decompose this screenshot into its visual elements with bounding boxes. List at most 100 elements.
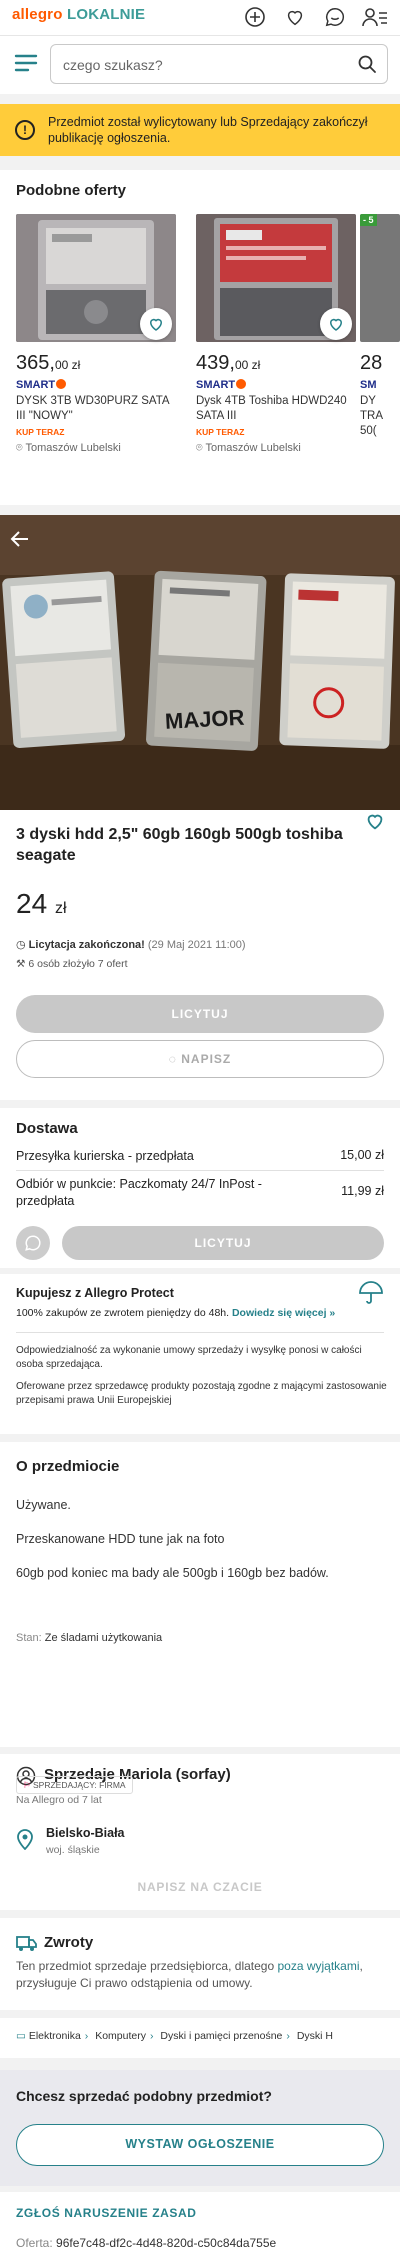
offer-price: 439,00 zł: [196, 352, 261, 374]
chat-seller-button[interactable]: NAPISZ NA CZACIE: [0, 1880, 400, 1894]
hamburger-menu-icon[interactable]: [14, 53, 40, 77]
offer-price: 28: [360, 352, 383, 374]
divider: [16, 1170, 384, 1171]
umbrella-icon: [358, 1280, 384, 1311]
similar-offer-card[interactable]: 365,00 zł SMART DYSK 3TB WD30PURZ SATA I…: [16, 214, 176, 499]
photo-gallery[interactable]: MAJOR: [0, 515, 400, 810]
offer-id: Oferta: 96fe7c48-df2c-4d48-820d-c50c84da…: [16, 2236, 277, 2250]
breadcrumb-item[interactable]: Dyski H: [297, 2030, 333, 2042]
plus-circle-icon[interactable]: [242, 4, 268, 30]
delivery-option-price: 11,99 zł: [341, 1184, 384, 1198]
seller-since: Na Allegro od 7 lat: [16, 1794, 102, 1806]
offer-title: DY TRA 50(: [360, 395, 383, 437]
auction-status: ◷ Licytacja zakończona! (29 Maj 2021 11:…: [16, 939, 246, 951]
search-row: [0, 36, 400, 94]
delivery-option-label: Odbiór w punkcie: Paczkomaty 24/7 InPost…: [16, 1177, 262, 1208]
chat-circle-button[interactable]: [16, 1226, 50, 1260]
description-paragraph: Przeskanowane HDD tune jak na foto: [16, 1532, 225, 1546]
clock-icon: ◷: [16, 939, 26, 951]
heart-icon[interactable]: [282, 4, 308, 30]
seller-region: woj. śląskie: [46, 1844, 100, 1856]
chat-icon[interactable]: [322, 4, 348, 30]
chat-icon: ◌: [168, 1052, 177, 1066]
description-paragraph: Używane.: [16, 1498, 71, 1512]
location-pin-icon: ⌾: [16, 442, 23, 454]
seller-type-badge: ⚐ SPRZEDAJĄCY: FIRMA: [16, 1776, 133, 1794]
top-icons: [242, 4, 388, 30]
listing-price: 24 zł: [16, 888, 67, 919]
delivery-option-price: 15,00 zł: [340, 1148, 384, 1162]
back-arrow-icon[interactable]: [8, 527, 32, 556]
gavel-icon: ⚒: [16, 958, 26, 970]
listing-photo: MAJOR: [0, 515, 400, 810]
seller-city: Bielsko-Biała: [46, 1826, 125, 1840]
returns-section: Zwroty Ten przedmiot sprzedaje przedsięb…: [0, 1918, 400, 2010]
section-title: Zwroty: [44, 1934, 94, 1951]
smart-badge: SMART: [16, 379, 67, 391]
offer-location: ⌾ Tomaszów Lubelski: [196, 442, 301, 454]
message-seller-button[interactable]: ◌ NAPISZ: [16, 1040, 384, 1078]
similar-offer-card[interactable]: 439,00 zł SMART Dysk 4TB Toshiba HDWD240…: [196, 214, 356, 499]
divider: [16, 1332, 384, 1333]
favorite-heart-icon[interactable]: [140, 308, 172, 340]
laptop-icon: ▭: [16, 2030, 26, 2042]
offer-price: 365,00 zł: [16, 352, 81, 374]
post-listing-button[interactable]: WYSTAW OGŁOSZENIE: [16, 2124, 384, 2166]
sell-similar-section: Chcesz sprzedać podobny przedmiot? WYSTA…: [0, 2070, 400, 2186]
delivery-option-label: Przesyłka kurierska - przedpłata: [16, 1149, 194, 1163]
alert-text: Przedmiot został wylicytowany lub Sprzed…: [48, 115, 368, 145]
smart-dot-icon: [236, 379, 247, 389]
smart-dot-icon: [56, 379, 67, 389]
section-title: Dostawa: [16, 1120, 78, 1137]
drive-handwritten-label: MAJOR: [164, 705, 245, 734]
listing-title: 3 dyski hdd 2,5" 60gb 160gb 500gb toshib…: [16, 826, 343, 864]
seller-responsibility-text: Odpowiedzialność za wykonanie umowy sprz…: [16, 1345, 362, 1370]
exceptions-link[interactable]: poza wyjątkami: [277, 1959, 359, 1973]
search-input[interactable]: [63, 55, 333, 75]
report-section: ZGŁOŚ NARUSZENIE ZASAD Oferta: 96fe7c48-…: [0, 2192, 400, 2265]
smart-badge: SMART: [196, 379, 247, 391]
warning-icon: !: [15, 120, 35, 140]
location-pin-icon: [16, 1828, 34, 1855]
buy-now-label: KUP TERAZ: [196, 427, 245, 437]
breadcrumb-item[interactable]: Komputery: [95, 2030, 146, 2042]
similar-offers-section: Podobne oferty 365,00 zł SMART DYSK 3TB …: [0, 170, 400, 505]
offer-location: ⌾ Tomaszów Lubelski: [16, 442, 121, 454]
listing-main-info: 3 dyski hdd 2,5" 60gb 160gb 500gb toshib…: [0, 810, 400, 1100]
sell-question: Chcesz sprzedać podobny przedmiot?: [16, 2088, 272, 2104]
eu-compliance-text: Oferowane przez sprzedawcę produkty pozo…: [16, 1381, 387, 1406]
truck-icon: [16, 1934, 38, 1957]
user-menu-icon[interactable]: [362, 4, 388, 30]
section-title: Podobne oferty: [16, 182, 127, 199]
favorite-heart-icon[interactable]: [320, 308, 352, 340]
protect-text: 100% zakupów ze zwrotem pieniędzy do 48h…: [16, 1307, 336, 1319]
offer-title: Dysk 4TB Toshiba HDWD240 SATA III: [196, 395, 347, 422]
bid-button-sticky[interactable]: LICYTUJ: [62, 1226, 384, 1260]
allegro-protect-section: Kupujesz z Allegro Protect 100% zakupów …: [0, 1274, 400, 1434]
returns-text: Ten przedmiot sprzedaje przedsiębiorca, …: [16, 1959, 363, 1990]
offer-image: - 5: [360, 214, 400, 342]
seller-badge-wrap: ⚐ SPRZEDAJĄCY: FIRMA: [0, 1748, 400, 1794]
smart-badge: SM: [360, 379, 377, 391]
location-pin-icon: ⌾: [196, 442, 203, 454]
learn-more-link[interactable]: Dowiedz się więcej »: [232, 1307, 335, 1319]
item-description-section: O przedmiocie Używane. Przeskanowane HDD…: [0, 1442, 400, 1747]
search-icon[interactable]: [357, 54, 377, 79]
breadcrumb: ▭ Elektronika › Komputery › Dyski i pamięc…: [0, 2018, 400, 2058]
discount-badge: - 5: [360, 214, 377, 226]
report-violation-link[interactable]: ZGŁOŚ NARUSZENIE ZASAD: [16, 2206, 197, 2220]
breadcrumb-item[interactable]: Dyski i pamięci przenośne: [160, 2030, 282, 2042]
section-title: O przedmiocie: [16, 1458, 120, 1475]
similar-offer-card-partial[interactable]: - 5 28 SM DY TRA 50(: [360, 214, 400, 499]
listing-ended-alert: ! Przedmiot został wylicytowany lub Sprz…: [0, 104, 400, 156]
top-bar: allegro LOKALNIE: [0, 0, 400, 36]
item-condition: Stan: Ze śladami użytkowania: [16, 1632, 163, 1644]
offer-title: DYSK 3TB WD30PURZ SATA III "NOWY": [16, 395, 169, 422]
bid-button[interactable]: LICYTUJ: [16, 995, 384, 1033]
bid-count: ⚒ 6 osób złożyło 7 ofert: [16, 958, 128, 970]
buy-now-label: KUP TERAZ: [16, 427, 65, 437]
breadcrumb-item[interactable]: Elektronika: [29, 2030, 81, 2042]
description-paragraph: 60gb pod koniec ma bady ale 500gb i 160g…: [16, 1566, 329, 1580]
allegro-lokalnie-logo[interactable]: allegro LOKALNIE: [12, 6, 145, 23]
seller-location-section: ⚐ SPRZEDAJĄCY: FIRMA Bielsko-Biała woj. …: [0, 1776, 400, 1910]
